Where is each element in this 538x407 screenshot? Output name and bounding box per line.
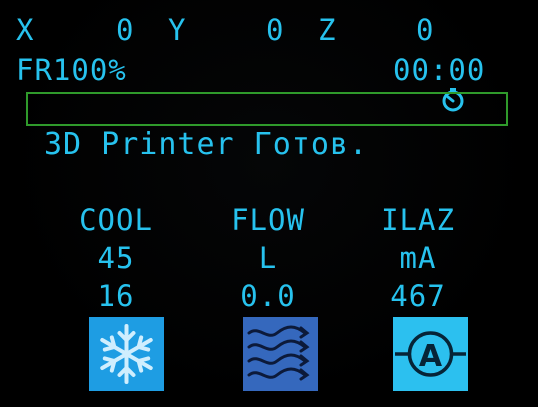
status-message: 3D Printer Готов. <box>44 127 369 162</box>
x-axis-value: 0 <box>116 13 135 47</box>
y-axis-value: 0 <box>266 13 285 47</box>
ammeter-icon[interactable]: A <box>393 317 468 391</box>
feedrate-readout: FR100% <box>16 53 127 87</box>
cool-title: COOL <box>79 203 153 237</box>
progress-bar <box>26 92 508 126</box>
elapsed-time: 00:00 <box>393 53 486 87</box>
y-axis-label: Y <box>168 13 187 47</box>
svg-text:A: A <box>419 339 443 374</box>
stopwatch-icon <box>366 58 464 112</box>
z-axis-label: Z <box>318 13 337 47</box>
snowflake-icon[interactable] <box>89 317 164 391</box>
z-axis-value: 0 <box>416 13 435 47</box>
flow-title: FLOW <box>231 203 305 237</box>
cool-line1: 45 <box>97 241 135 275</box>
ilaz-line1: mA <box>399 241 437 275</box>
lcd-screen: X 0 Y 0 Z 0 FR100% 00:00 3D Printer Гото… <box>0 0 538 407</box>
x-axis-label: X <box>16 13 35 47</box>
flow-line2: 0.0 <box>240 279 296 313</box>
flow-line1: L <box>258 241 278 275</box>
ilaz-line2: 467 <box>390 279 446 313</box>
waves-icon[interactable] <box>243 317 318 391</box>
cool-line2: 16 <box>97 279 135 313</box>
ilaz-title: ILAZ <box>381 203 455 237</box>
